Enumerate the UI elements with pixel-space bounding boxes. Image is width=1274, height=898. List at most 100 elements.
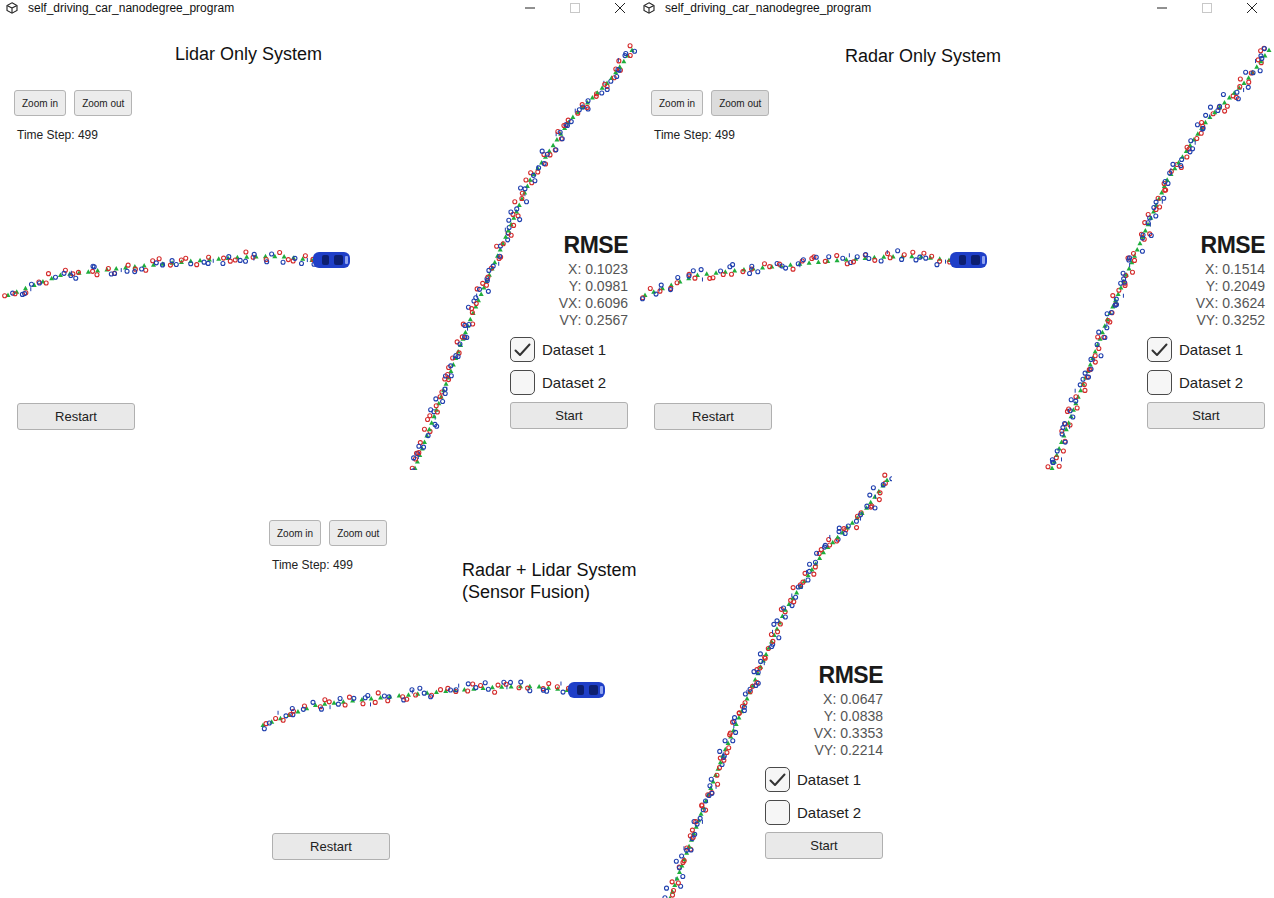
radar-marker	[443, 387, 447, 391]
dataset-checkbox[interactable]	[1147, 370, 1172, 395]
radar-marker	[29, 282, 33, 286]
lidar-marker	[323, 698, 327, 702]
estimate-marker	[816, 259, 821, 264]
scene-view[interactable]	[255, 446, 892, 898]
radar-marker	[676, 275, 680, 279]
zoom-button[interactable]: Zoom in	[651, 90, 703, 116]
lidar-marker	[222, 256, 226, 260]
start-button[interactable]: Start	[510, 402, 628, 429]
lidar-marker	[1131, 252, 1135, 256]
lidar-marker	[763, 656, 767, 660]
zoom-button[interactable]: Zoom in	[14, 90, 66, 116]
radar-marker	[1146, 221, 1150, 225]
title-bar[interactable]: self_driving_car_nanodegree_program	[0, 0, 642, 16]
title-bar[interactable]: self_driving_car_nanodegree_program	[637, 0, 1274, 16]
radar-arrow	[253, 256, 254, 260]
dataset-option[interactable]: Dataset 2	[765, 800, 887, 825]
start-button[interactable]: Start	[1147, 402, 1265, 429]
lidar-marker	[743, 701, 747, 705]
radar-marker	[293, 256, 297, 260]
restart-button[interactable]: Restart	[654, 403, 772, 430]
lidar-marker	[873, 258, 877, 262]
radar-arrow	[467, 327, 468, 331]
radar-marker	[1105, 326, 1109, 330]
radar-marker	[311, 700, 315, 704]
dataset-option[interactable]: Dataset 2	[510, 370, 632, 395]
dataset-label: Dataset 2	[797, 804, 861, 821]
dataset-option[interactable]: Dataset 2	[1147, 370, 1269, 395]
estimate-marker	[621, 59, 626, 64]
restart-button[interactable]: Restart	[17, 403, 135, 430]
radar-marker	[586, 99, 590, 103]
radar-marker	[545, 152, 549, 156]
lidar-marker	[1057, 464, 1061, 468]
zoom-button[interactable]: Zoom out	[711, 90, 769, 116]
lidar-marker	[603, 82, 607, 86]
radar-arrow	[163, 262, 164, 266]
zoom-button[interactable]: Zoom in	[269, 520, 321, 546]
unity-logo-icon	[6, 2, 18, 14]
dataset-checkbox[interactable]	[510, 337, 535, 362]
dataset-option[interactable]: Dataset 1	[510, 337, 632, 362]
radar-arrow	[829, 535, 830, 539]
estimate-marker	[745, 696, 750, 701]
view-controls: Zoom inZoom outTime Step: 499	[14, 90, 132, 142]
radar-marker	[299, 261, 303, 265]
minimize-button[interactable]	[507, 0, 552, 16]
lidar-marker	[1130, 270, 1134, 274]
radar-marker	[62, 271, 66, 275]
estimate-marker	[713, 773, 718, 778]
radar-marker	[756, 670, 760, 674]
dataset-checkbox[interactable]	[1147, 337, 1172, 362]
zoom-button[interactable]: Zoom out	[329, 520, 387, 546]
lidar-marker	[509, 233, 513, 237]
radar-marker	[170, 259, 174, 263]
radar-marker	[113, 271, 117, 275]
rmse-value: X: 0.1514	[1205, 261, 1265, 278]
radar-marker	[206, 261, 210, 265]
radar-marker	[1236, 97, 1240, 101]
radar-marker	[1140, 249, 1144, 253]
zoom-button[interactable]: Zoom out	[74, 90, 132, 116]
radar-marker	[710, 791, 714, 795]
lidar-marker	[195, 263, 199, 267]
rmse-value: VY: 0.3252	[1196, 312, 1265, 329]
radar-marker	[418, 686, 422, 690]
restart-button[interactable]: Restart	[272, 833, 390, 860]
lidar-marker	[791, 586, 795, 590]
estimate-marker	[387, 694, 392, 699]
lidar-marker	[1088, 367, 1092, 371]
radar-marker	[815, 551, 819, 555]
estimate-marker	[282, 254, 287, 259]
dataset-checkbox[interactable]	[765, 767, 790, 792]
estimate-marker	[764, 652, 769, 657]
dataset-checkbox[interactable]	[510, 370, 535, 395]
radar-marker	[227, 255, 231, 259]
radar-marker	[843, 531, 847, 535]
estimate-marker	[1088, 362, 1093, 367]
estimate-marker	[369, 696, 374, 701]
estimate-marker	[1242, 80, 1247, 85]
lidar-marker	[76, 270, 80, 274]
lidar-marker	[1123, 281, 1127, 285]
radar-marker	[854, 519, 858, 523]
lidar-marker	[1200, 121, 1204, 125]
minimize-button[interactable]	[1139, 0, 1184, 16]
radar-marker	[1128, 256, 1132, 260]
lidar-marker	[883, 473, 887, 477]
close-button[interactable]	[1229, 0, 1274, 16]
dataset-option[interactable]: Dataset 1	[1147, 337, 1269, 362]
radar-marker	[441, 400, 445, 404]
dataset-checkbox[interactable]	[765, 800, 790, 825]
dataset-option[interactable]: Dataset 1	[765, 767, 887, 792]
close-button[interactable]	[597, 0, 642, 16]
radar-marker	[290, 707, 294, 711]
lidar-marker	[179, 258, 183, 262]
estimate-marker	[77, 270, 82, 275]
radar-marker	[426, 434, 430, 438]
radar-marker	[659, 283, 663, 287]
lidar-marker	[801, 580, 805, 584]
radar-arrow	[1255, 59, 1256, 63]
start-button[interactable]: Start	[765, 832, 883, 859]
radar-marker	[1087, 375, 1091, 379]
